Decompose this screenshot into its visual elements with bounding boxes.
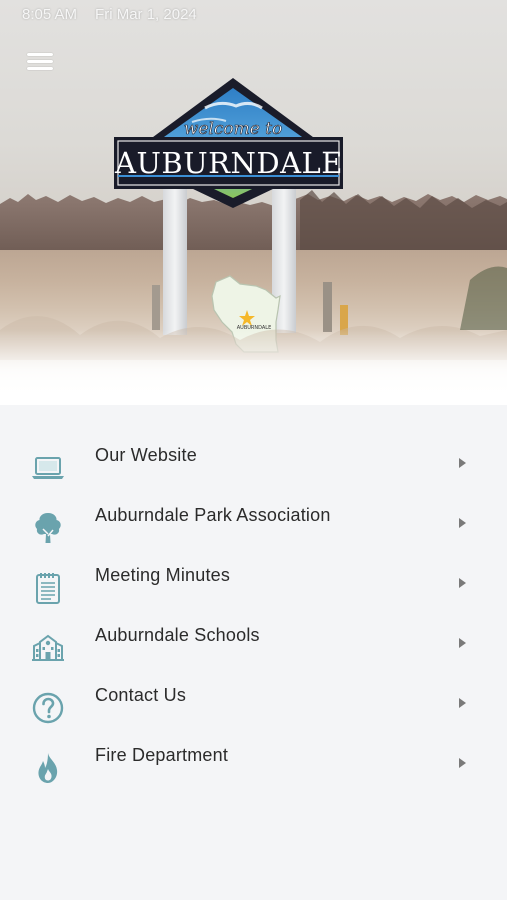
chevron-right-icon (459, 758, 466, 768)
menu-item-our-website[interactable]: Our Website (0, 437, 507, 497)
fire-icon (38, 753, 58, 783)
menu-item-fire-department[interactable]: Fire Department (0, 737, 507, 797)
menu-item-label: Contact Us (95, 685, 187, 705)
sign-town-text: AUBURNDALE (114, 146, 343, 180)
menu-item-label: Our Website (95, 445, 197, 465)
menu-item-label: Auburndale Park Association (95, 505, 331, 525)
menu-bar-line (27, 53, 53, 56)
menu-bar-line (27, 67, 53, 70)
menu-item-label: Meeting Minutes (95, 565, 231, 585)
chevron-right-icon (459, 578, 466, 588)
hero-banner: welcome to AUBURNDALE AUBURNDALE 8:05 AM… (0, 0, 507, 405)
chevron-right-icon (459, 518, 466, 528)
hamburger-menu-button[interactable] (22, 44, 58, 78)
menu-item-schools[interactable]: Auburndale Schools (0, 617, 507, 677)
question-icon (32, 692, 64, 724)
notepad-icon (36, 573, 60, 604)
menu-bar-line (27, 60, 53, 63)
chevron-right-icon (459, 458, 466, 468)
menu-item-meeting-minutes[interactable]: Meeting Minutes (0, 557, 507, 617)
status-bar: 8:05 AM Fri Mar 1, 2024 (22, 6, 197, 26)
menu-item-label: Auburndale Schools (95, 625, 260, 645)
menu-item-park-association[interactable]: Auburndale Park Association (0, 497, 507, 557)
chevron-right-icon (459, 638, 466, 648)
laptop-icon (32, 457, 64, 479)
menu-item-label: Fire Department (95, 745, 229, 765)
status-date: Fri Mar 1, 2024 (95, 6, 197, 23)
school-icon (32, 634, 64, 661)
sign-welcome-text: welcome to (184, 119, 282, 139)
tree-icon (35, 513, 61, 543)
hero-fade (0, 330, 507, 405)
menu-item-contact-us[interactable]: Contact Us (0, 677, 507, 737)
menu-list: Our Website Auburndale Park Association … (0, 405, 507, 900)
chevron-right-icon (459, 698, 466, 708)
status-time: 8:05 AM (22, 6, 78, 23)
